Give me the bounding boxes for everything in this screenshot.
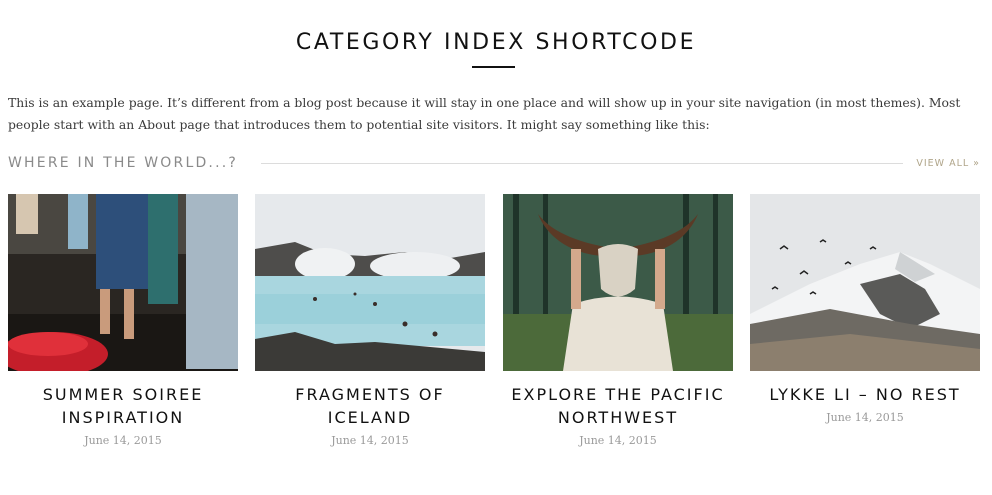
hot-spring-photo — [255, 194, 485, 371]
post-card: FRAGMENTS OF ICELAND June 14, 2015 — [255, 194, 485, 447]
intro-paragraph: This is an example page. It’s different … — [8, 95, 961, 132]
category-divider — [261, 163, 903, 164]
post-thumbnail-skull[interactable] — [503, 194, 733, 371]
skull-horns-photo — [503, 194, 733, 371]
post-date: June 14, 2015 — [331, 434, 409, 447]
post-card: EXPLORE THE PACIFIC NORTHWEST June 14, 2… — [503, 194, 733, 447]
post-title[interactable]: SUMMER SOIREE INSPIRATION — [8, 383, 238, 429]
view-all-link[interactable]: VIEW ALL » — [916, 158, 980, 169]
post-thumbnail-mountain[interactable] — [750, 194, 980, 371]
page-title: CATEGORY INDEX SHORTCODE — [295, 30, 697, 55]
post-thumbnail-party[interactable] — [8, 194, 238, 371]
post-thumbnail-iceland[interactable] — [255, 194, 485, 371]
post-title[interactable]: FRAGMENTS OF ICELAND — [255, 383, 485, 429]
post-date: June 14, 2015 — [84, 434, 162, 447]
post-card: SUMMER SOIREE INSPIRATION June 14, 2015 — [8, 194, 238, 447]
party-photo — [8, 194, 238, 371]
post-title[interactable]: LYKKE LI – NO REST — [750, 383, 980, 406]
post-date: June 14, 2015 — [826, 411, 904, 424]
post-card: LYKKE LI – NO REST June 14, 2015 — [750, 194, 980, 424]
post-date: June 14, 2015 — [579, 434, 657, 447]
title-divider — [472, 66, 515, 68]
category-title: WHERE IN THE WORLD...? — [8, 155, 239, 171]
post-title[interactable]: EXPLORE THE PACIFIC NORTHWEST — [503, 383, 733, 429]
category-header: WHERE IN THE WORLD...? VIEW ALL » — [8, 154, 980, 174]
mountain-birds-photo — [750, 194, 980, 371]
